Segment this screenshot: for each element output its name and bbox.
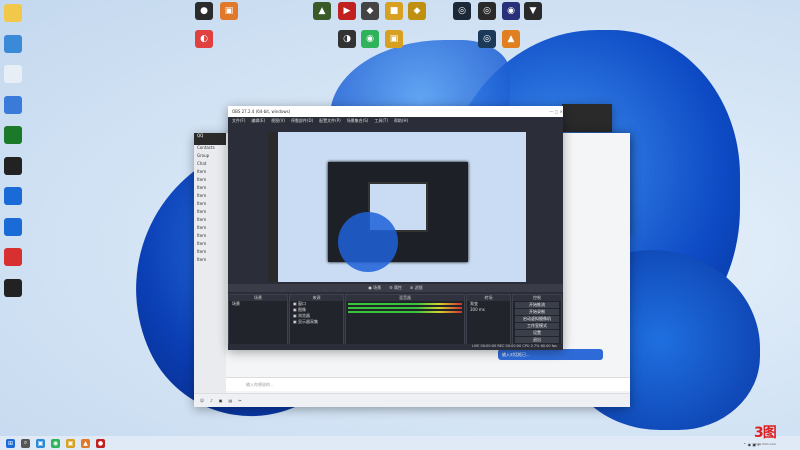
app-icon <box>4 34 22 53</box>
desktop-icon[interactable]: ◆ <box>400 2 434 20</box>
message-input[interactable]: 输入你想说的... <box>226 377 630 391</box>
exit-button[interactable]: 退出 <box>515 337 559 343</box>
menu-tools[interactable]: 工具(T) <box>374 118 388 124</box>
start-streaming-button[interactable]: 开始推流 <box>515 302 559 308</box>
audio-meter <box>348 303 462 305</box>
audio-meter <box>348 311 462 313</box>
studio-mode-button[interactable]: 工作室模式 <box>515 323 559 329</box>
menu-dock[interactable]: 停靠部件(D) <box>291 118 313 124</box>
background-window[interactable] <box>562 104 612 132</box>
menu-view[interactable]: 视图(V) <box>271 118 285 124</box>
transitions-dock[interactable]: 转场 渐变 300 ms <box>466 294 511 348</box>
obs-window[interactable]: OBS 27.2.4 (64-bit, windows) — ▢ ✕ 文件(F)… <box>228 106 563 350</box>
obs-title: OBS 27.2.4 (64-bit, windows) <box>232 109 291 114</box>
contact-sidebar: QQ Contacts Group Chat Item Item Item Item It… <box>194 133 226 407</box>
control-properties[interactable]: ⚙ 属性 <box>389 285 402 291</box>
app-icon: ▣ <box>220 2 238 20</box>
desktop-icon[interactable]: ▲ <box>494 30 528 48</box>
app-icon <box>4 95 22 114</box>
virtual-camera-button[interactable]: 启动虚拟摄像机 <box>515 316 559 322</box>
qq-bottom-toolbar: ☺ ♪ ▣ ▤ ✂ <box>194 393 630 407</box>
app-icon[interactable]: ◉ <box>51 438 60 448</box>
image-icon[interactable]: ▣ <box>219 398 223 403</box>
desktop-icon[interactable] <box>0 217 30 236</box>
sources-dock[interactable]: 来源 ▣ 窗口 ▣ 图像 ▣ 浏览器 ▣ 显示器采集 <box>289 294 344 348</box>
chat-notice[interactable]: 输入对话框已... <box>498 349 603 360</box>
app-icon <box>4 156 22 175</box>
taskview-icon[interactable]: ▣ <box>36 438 45 448</box>
emoji-icon[interactable]: ☺ <box>200 398 204 403</box>
menu-help[interactable]: 帮助(H) <box>394 118 408 124</box>
app-icon[interactable]: ▣ <box>66 438 75 448</box>
app-icon: ▲ <box>502 30 520 48</box>
menu-edit[interactable]: 编辑(E) <box>251 118 265 124</box>
app-icon[interactable]: ● <box>96 438 105 448</box>
desktop-icon[interactable] <box>0 278 30 297</box>
desktop-icon[interactable] <box>0 4 30 22</box>
desktop-icon[interactable] <box>0 95 30 114</box>
app-icon: ▣ <box>385 30 403 48</box>
start-recording-button[interactable]: 开始录制 <box>515 309 559 315</box>
app-icon <box>4 217 22 236</box>
desktop-icon[interactable] <box>0 248 30 266</box>
app-icon <box>4 4 22 22</box>
app-icon[interactable]: ▲ <box>81 438 90 448</box>
app-icon: ◆ <box>408 2 426 20</box>
app-icon: ● <box>195 2 213 20</box>
app-icon <box>4 65 22 83</box>
desktop-icon[interactable] <box>0 187 30 205</box>
menu-scene[interactable]: 场景集合(S) <box>347 118 369 124</box>
search-icon[interactable]: ⌕ <box>21 438 30 448</box>
desktop-icon[interactable]: ▣ <box>377 30 411 48</box>
app-icon: ◐ <box>195 30 213 48</box>
desktop-icon[interactable] <box>0 65 30 83</box>
app-icon <box>4 187 22 205</box>
obs-statusbar: LIVE 00:00:00 REC 00:00:00 CPU 2.7% 60.0… <box>228 344 563 350</box>
desktop-icon[interactable] <box>0 156 30 175</box>
desktop-icon[interactable]: ▣ <box>212 2 246 20</box>
menu-file[interactable]: 文件(F) <box>232 118 245 124</box>
audio-meter <box>348 307 462 309</box>
screenshot-icon[interactable]: ✂ <box>238 398 241 403</box>
control-filters[interactable]: ⊞ 滤镜 <box>410 285 423 291</box>
app-icon <box>4 278 22 297</box>
audio-mixer[interactable]: 混音器 <box>345 294 465 348</box>
obs-titlebar: OBS 27.2.4 (64-bit, windows) — ▢ ✕ <box>228 106 563 117</box>
control-scene-audio[interactable]: ● 场景 <box>368 285 381 291</box>
app-icon: ▲ <box>313 2 331 20</box>
brand-logo: 3图 www.3dm.com <box>754 425 777 446</box>
desktop-icon[interactable] <box>0 126 30 144</box>
app-icon: ◎ <box>453 2 471 20</box>
voice-icon[interactable]: ♪ <box>210 398 213 403</box>
obs-menubar: 文件(F) 编辑(E) 视图(V) 停靠部件(D) 配置文件(P) 场景集合(S… <box>228 117 563 125</box>
desktop-icon[interactable]: ▼ <box>516 2 550 20</box>
obs-preview[interactable] <box>268 132 526 282</box>
controls-dock[interactable]: 控制 开始推流 开始录制 启动虚拟摄像机 工作室模式 设置 退出 <box>512 294 562 348</box>
file-icon[interactable]: ▤ <box>229 398 233 403</box>
desktop-icon[interactable]: ◐ <box>187 30 221 48</box>
settings-button[interactable]: 设置 <box>515 330 559 336</box>
scenes-dock[interactable]: 场景 场景 <box>228 294 288 348</box>
menu-profile[interactable]: 配置文件(P) <box>319 118 341 124</box>
start-icon[interactable]: ⊞ <box>6 438 15 448</box>
app-icon: ▼ <box>524 2 542 20</box>
obs-preview-controls: ● 场景 ⚙ 属性 ⊞ 滤镜 <box>228 284 563 292</box>
desktop-icon[interactable] <box>0 34 30 53</box>
app-icon <box>4 248 22 266</box>
input-placeholder: 输入你想说的... <box>246 382 274 387</box>
taskbar: ⊞ ⌕ ▣ ◉ ▣ ▲ ● <box>0 436 800 450</box>
app-icon <box>4 126 22 144</box>
